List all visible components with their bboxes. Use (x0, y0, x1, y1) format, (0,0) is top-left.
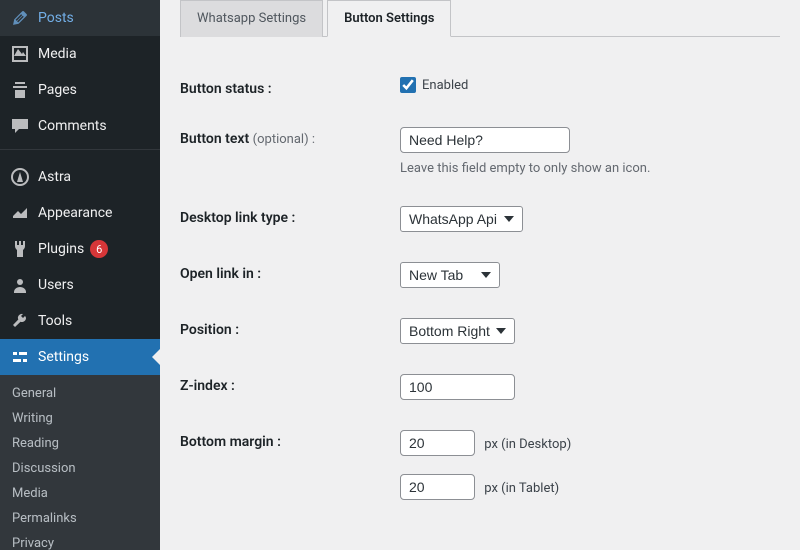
sidebar-item-label: Appearance (38, 205, 112, 221)
label-bottom-margin: Bottom margin : (180, 430, 400, 450)
sidebar-item-label: Astra (38, 169, 71, 185)
checkbox-enabled-label: Enabled (422, 78, 468, 93)
input-bottom-margin-tablet[interactable] (400, 474, 475, 500)
sidebar-item-plugins[interactable]: Plugins 6 (0, 231, 160, 267)
sidebar-item-pages[interactable]: Pages (0, 72, 160, 108)
sidebar-item-astra[interactable]: Astra (0, 159, 160, 195)
sidebar-item-users[interactable]: Users (0, 267, 160, 303)
settings-form: Button status : Enabled Button text (opt… (180, 62, 780, 533)
submenu-item-permalinks[interactable]: Permalinks (0, 506, 160, 531)
tools-icon (10, 311, 30, 331)
checkbox-enabled-wrap[interactable]: Enabled (400, 77, 780, 93)
label-open-link: Open link in : (180, 262, 400, 282)
unit-tablet: px (in Tablet) (484, 481, 559, 496)
sidebar-item-appearance[interactable]: Appearance (0, 195, 160, 231)
label-button-text: Button text (optional) : (180, 127, 400, 147)
field-button-status: Enabled (400, 77, 780, 93)
label-position: Position : (180, 318, 400, 338)
sidebar-item-label: Posts (38, 10, 74, 26)
sidebar-item-settings[interactable]: Settings (0, 339, 160, 375)
input-bottom-margin-desktop[interactable] (400, 430, 475, 456)
media-icon (10, 44, 30, 64)
settings-submenu: General Writing Reading Discussion Media… (0, 375, 160, 550)
label-desktop-link: Desktop link type : (180, 206, 400, 226)
desc-button-text: Leave this field empty to only show an i… (400, 161, 780, 176)
main-content: Whatsapp Settings Button Settings Button… (160, 0, 800, 550)
select-desktop-link[interactable]: WhatsApp Api (400, 206, 523, 232)
sidebar-item-posts[interactable]: Posts (0, 0, 160, 36)
unit-desktop: px (in Desktop) (484, 437, 571, 452)
sidebar-item-label: Settings (38, 349, 89, 365)
row-open-link: Open link in : New Tab (180, 247, 780, 303)
settings-icon (10, 347, 30, 367)
select-position[interactable]: Bottom Right (400, 318, 515, 344)
appearance-icon (10, 203, 30, 223)
sidebar-item-label: Comments (38, 118, 107, 134)
row-desktop-link: Desktop link type : WhatsApp Api (180, 191, 780, 247)
tab-button-settings[interactable]: Button Settings (327, 0, 451, 37)
row-button-status: Button status : Enabled (180, 62, 780, 112)
label-button-status: Button status : (180, 77, 400, 97)
field-zindex (400, 374, 780, 400)
field-desktop-link: WhatsApp Api (400, 206, 780, 232)
field-open-link: New Tab (400, 262, 780, 288)
row-button-text: Button text (optional) : Leave this fiel… (180, 112, 780, 191)
row-position: Position : Bottom Right (180, 303, 780, 359)
sidebar-item-label: Media (38, 46, 77, 62)
menu-separator (0, 149, 160, 154)
sidebar-item-media[interactable]: Media (0, 36, 160, 72)
users-icon (10, 275, 30, 295)
plugins-icon (10, 239, 30, 259)
update-badge: 6 (90, 240, 108, 258)
sidebar-item-comments[interactable]: Comments (0, 108, 160, 144)
posts-icon (10, 8, 30, 28)
tab-whatsapp-settings[interactable]: Whatsapp Settings (180, 0, 323, 37)
astra-icon (10, 167, 30, 187)
sidebar-item-tools[interactable]: Tools (0, 303, 160, 339)
field-position: Bottom Right (400, 318, 780, 344)
input-zindex[interactable] (400, 374, 515, 400)
comments-icon (10, 116, 30, 136)
field-bottom-margin: px (in Desktop) px (in Tablet) (400, 430, 780, 518)
submenu-item-media[interactable]: Media (0, 481, 160, 506)
select-open-link[interactable]: New Tab (400, 262, 500, 288)
sidebar-item-label: Tools (38, 313, 72, 329)
sidebar-item-label: Pages (38, 82, 77, 98)
pages-icon (10, 80, 30, 100)
admin-sidebar: Posts Media Pages Comments Astra Appeara… (0, 0, 160, 550)
field-button-text: Leave this field empty to only show an i… (400, 127, 780, 176)
row-bottom-margin: Bottom margin : px (in Desktop) px (in T… (180, 415, 780, 533)
submenu-item-reading[interactable]: Reading (0, 431, 160, 456)
sidebar-item-label: Plugins (38, 241, 84, 257)
label-zindex: Z-index : (180, 374, 400, 394)
submenu-item-general[interactable]: General (0, 381, 160, 406)
input-button-text[interactable] (400, 127, 570, 153)
row-zindex: Z-index : (180, 359, 780, 415)
sidebar-item-label: Users (38, 277, 74, 293)
settings-tabs: Whatsapp Settings Button Settings (180, 0, 780, 37)
submenu-item-writing[interactable]: Writing (0, 406, 160, 431)
submenu-item-privacy[interactable]: Privacy (0, 531, 160, 550)
submenu-item-discussion[interactable]: Discussion (0, 456, 160, 481)
checkbox-enabled[interactable] (400, 77, 416, 93)
